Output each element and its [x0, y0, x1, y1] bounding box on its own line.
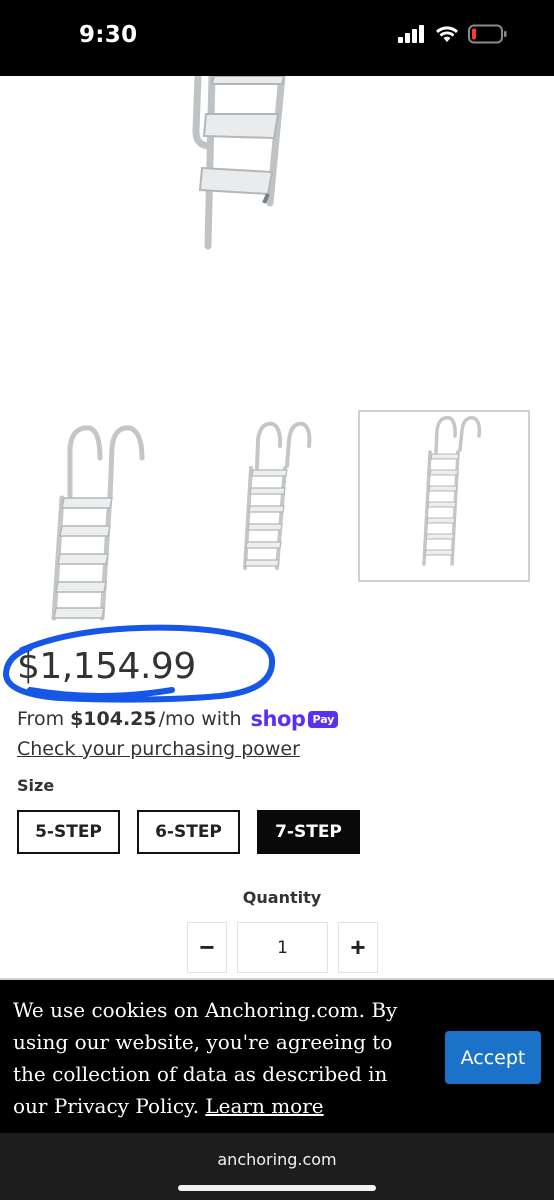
plus-icon: +: [350, 932, 366, 962]
ladder-main-image: [192, 72, 286, 250]
learn-more-link[interactable]: Learn more: [205, 1094, 323, 1118]
ladder-thumbnail-image: [243, 421, 312, 570]
thumbnail-gallery: [0, 408, 554, 628]
check-purchasing-power-link[interactable]: Check your purchasing power: [17, 738, 300, 760]
size-option-5-step[interactable]: 5-STEP: [17, 810, 120, 854]
thumbnail-6-step[interactable]: [225, 418, 325, 588]
size-option-6-step[interactable]: 6-STEP: [137, 810, 240, 854]
installment-amount: $104.25: [70, 708, 157, 730]
status-bar: 9:30: [0, 0, 554, 76]
cookie-banner: We use cookies on Anchoring.com. By usin…: [0, 978, 554, 1133]
status-time: 9:30: [79, 22, 138, 48]
product-main-image[interactable]: [0, 72, 554, 406]
quantity-label: Quantity: [242, 888, 322, 907]
quantity-input[interactable]: 1: [237, 922, 328, 973]
installment-suffix: /mo with: [158, 708, 242, 730]
url-text[interactable]: anchoring.com: [0, 1150, 554, 1169]
ladder-thumbnail-image: [422, 416, 482, 566]
minus-icon: −: [199, 932, 215, 962]
thumbnail-7-step[interactable]: [358, 410, 530, 582]
product-price: $1,154.99: [17, 646, 196, 687]
size-label: Size: [17, 776, 55, 795]
shop-pay-badge[interactable]: Pay: [308, 710, 339, 728]
size-option-7-step[interactable]: 7-STEP: [257, 810, 360, 854]
status-icons: [398, 24, 508, 44]
signal-icon: [398, 25, 424, 43]
battery-icon: [468, 24, 507, 44]
browser-address-bar[interactable]: anchoring.com: [0, 1133, 554, 1200]
wifi-icon: [436, 26, 458, 42]
quantity-increase-button[interactable]: +: [338, 922, 378, 973]
home-indicator[interactable]: [178, 1185, 376, 1191]
quantity-decrease-button[interactable]: −: [187, 922, 227, 973]
cookie-message: We use cookies on Anchoring.com. By usin…: [13, 994, 423, 1122]
installment-info: From $104.25 /mo with shop Pay: [17, 707, 339, 731]
installment-prefix: From: [17, 708, 65, 730]
ladder-thumbnail-image: [51, 425, 145, 621]
shop-pay-logo[interactable]: shop: [251, 707, 306, 731]
accept-cookies-button[interactable]: Accept: [445, 1031, 541, 1084]
thumbnail-5-step[interactable]: [30, 418, 160, 626]
